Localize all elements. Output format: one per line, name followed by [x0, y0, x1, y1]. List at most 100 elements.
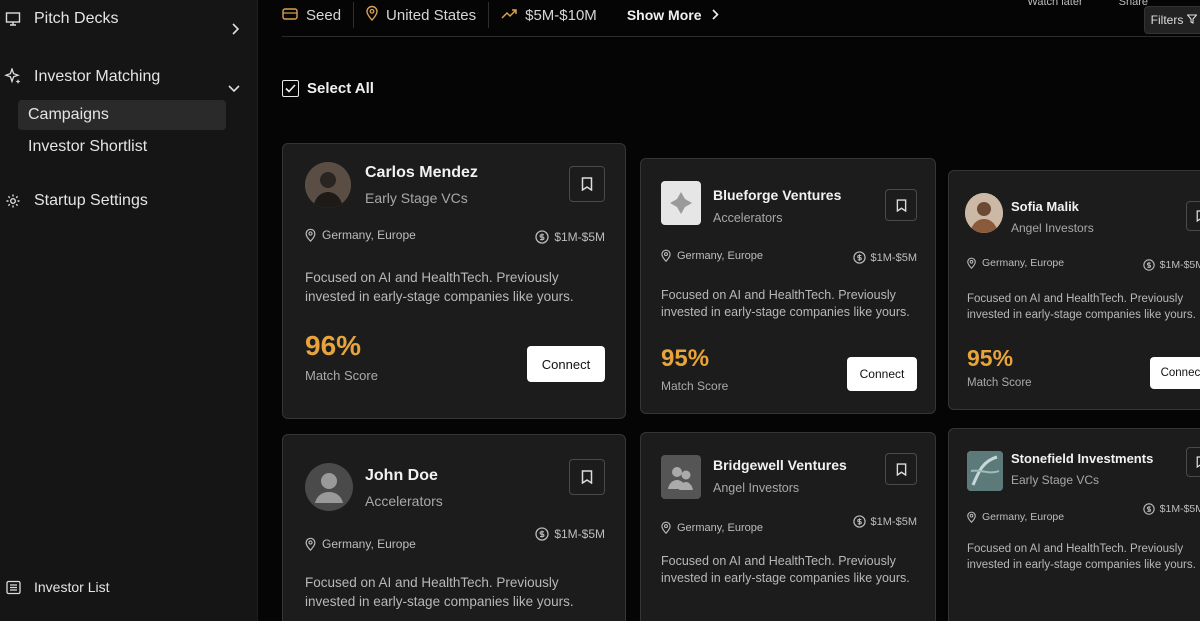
match-score-label: Match Score	[661, 379, 729, 393]
filter-chip-label: Seed	[306, 6, 342, 24]
range-text: $1M-$5M	[870, 515, 917, 528]
match-score-label: Match Score	[305, 368, 378, 383]
company-logo	[661, 181, 701, 225]
investor-description: Focused on AI and HealthTech. Previously…	[661, 554, 910, 585]
list-icon	[4, 578, 22, 596]
investor-name: Carlos Mendez	[365, 164, 478, 181]
share-link[interactable]: Share	[1119, 0, 1148, 8]
header-actions: Watch later Share	[1027, 0, 1148, 8]
filter-chip-label: $5M-$10M	[525, 6, 597, 24]
divider	[282, 36, 1200, 37]
bookmark-button[interactable]	[569, 166, 605, 202]
match-score: 95%	[967, 345, 1014, 371]
select-all-label: Select All	[307, 80, 374, 97]
bookmark-button[interactable]	[1186, 201, 1200, 231]
map-pin-icon	[305, 228, 316, 242]
filter-funnel-icon	[1186, 13, 1199, 27]
sidebar-subitem-investor-shortlist[interactable]: Investor Shortlist	[18, 132, 226, 162]
investor-description: Focused on AI and HealthTech. Previously…	[967, 293, 1196, 321]
map-pin-icon	[661, 521, 671, 534]
investor-name: Blueforge Ventures	[713, 187, 842, 203]
investor-card[interactable]: Blueforge Ventures Accelerators Germany,…	[640, 158, 936, 414]
dollar-circle-icon	[1142, 259, 1155, 271]
sidebar-item-label: Investor List	[34, 579, 110, 595]
range-text: $1M-$5M	[1159, 503, 1200, 515]
chevron-right-icon	[711, 7, 720, 23]
active-filters: Seed United States $5M-$10M Show More	[282, 0, 720, 30]
investment-range: $1M-$5M	[852, 251, 917, 264]
connect-button[interactable]: Connect	[527, 346, 605, 382]
investor-name: John Doe	[365, 467, 438, 484]
sidebar-item-label: Investor Matching	[34, 68, 161, 85]
location-text: Germany, Europe	[322, 537, 416, 551]
filter-chip-location[interactable]: United States	[354, 2, 490, 28]
seed-icon	[282, 7, 298, 24]
filter-chip-stage[interactable]: Seed	[282, 2, 355, 28]
investor-card[interactable]: Carlos Mendez Early Stage VCs Germany, E…	[282, 143, 626, 419]
investor-location: Germany, Europe	[305, 537, 416, 551]
company-logo	[967, 451, 1003, 491]
range-text: $1M-$5M	[554, 527, 605, 541]
bookmark-button[interactable]	[885, 189, 917, 221]
trending-up-icon	[501, 7, 517, 24]
investment-range: $1M-$5M	[535, 230, 605, 244]
bookmark-button[interactable]	[885, 453, 917, 485]
watch-later-link[interactable]: Watch later	[1027, 0, 1082, 8]
investor-name: Stonefield Investments	[1011, 451, 1154, 466]
sparkle-icon	[4, 68, 22, 86]
map-pin-icon	[967, 511, 976, 523]
filters-button[interactable]: Filters	[1144, 6, 1200, 34]
filter-chip-label: United States	[386, 6, 477, 24]
connect-button[interactable]: Connect	[1150, 357, 1200, 389]
location-text: Germany, Europe	[677, 249, 764, 262]
match-score-label: Match Score	[967, 377, 1032, 389]
avatar-placeholder	[305, 463, 353, 511]
map-pin-icon	[305, 537, 316, 551]
investor-description: Focused on AI and HealthTech. Previously…	[305, 575, 574, 609]
bookmark-icon	[896, 462, 906, 476]
investor-card[interactable]: Stonefield Investments Early Stage VCs G…	[948, 428, 1200, 621]
avatar	[965, 193, 1003, 233]
location-text: Germany, Europe	[322, 228, 416, 242]
bookmark-button[interactable]	[569, 459, 605, 495]
location-text: Germany, Europe	[982, 511, 1065, 523]
investment-range: $1M-$5M	[535, 527, 605, 541]
connect-button[interactable]: Connect	[847, 357, 917, 391]
sidebar-item-label: Startup Settings	[34, 192, 148, 209]
sidebar-item-investor-list[interactable]: Investor List	[0, 578, 258, 596]
dollar-circle-icon	[1142, 503, 1155, 515]
filter-chip-range[interactable]: $5M-$10M	[489, 2, 609, 28]
investor-type: Early Stage VCs	[365, 190, 468, 206]
investor-type: Accelerators	[713, 211, 783, 225]
sidebar-subitem-campaigns[interactable]: Campaigns	[18, 100, 226, 130]
gear-icon	[4, 192, 22, 210]
show-more-label: Show More	[626, 7, 702, 23]
match-score: 95%	[661, 345, 710, 372]
investor-name: Bridgewell Ventures	[713, 457, 847, 473]
investor-card[interactable]: Sofia Malik Angel Investors Germany, Eur…	[948, 170, 1200, 410]
sidebar-item-label: Pitch Decks	[34, 10, 119, 27]
location-text: Germany, Europe	[677, 521, 764, 534]
investor-location: Germany, Europe	[661, 249, 763, 262]
show-more-button[interactable]: Show More	[627, 7, 720, 23]
investor-description: Focused on AI and HealthTech. Previously…	[305, 270, 574, 304]
sidebar-item-investor-matching[interactable]: Investor Matching	[0, 68, 258, 93]
investor-card[interactable]: Bridgewell Ventures Angel Investors Germ…	[640, 432, 936, 621]
bookmark-icon	[896, 198, 906, 212]
range-text: $1M-$5M	[554, 230, 605, 244]
investor-type: Angel Investors	[1011, 221, 1094, 235]
investor-location: Germany, Europe	[967, 511, 1064, 523]
user-icon	[315, 473, 343, 503]
investor-location: Germany, Europe	[305, 228, 416, 242]
sidebar-item-startup-settings[interactable]: Startup Settings	[0, 192, 258, 210]
investment-range: $1M-$5M	[1142, 503, 1200, 515]
investor-card[interactable]: John Doe Accelerators Germany, Europe $1…	[282, 434, 626, 621]
select-all-checkbox[interactable]: Select All	[282, 80, 374, 97]
sidebar-item-pitch-decks[interactable]: Pitch Decks	[0, 10, 258, 35]
investment-range: $1M-$5M	[1142, 259, 1200, 271]
location-text: Germany, Europe	[982, 257, 1065, 269]
map-pin-icon	[366, 5, 378, 25]
bookmark-button[interactable]	[1186, 447, 1200, 477]
investor-location: Germany, Europe	[967, 257, 1064, 269]
bookmark-icon	[1196, 210, 1200, 222]
